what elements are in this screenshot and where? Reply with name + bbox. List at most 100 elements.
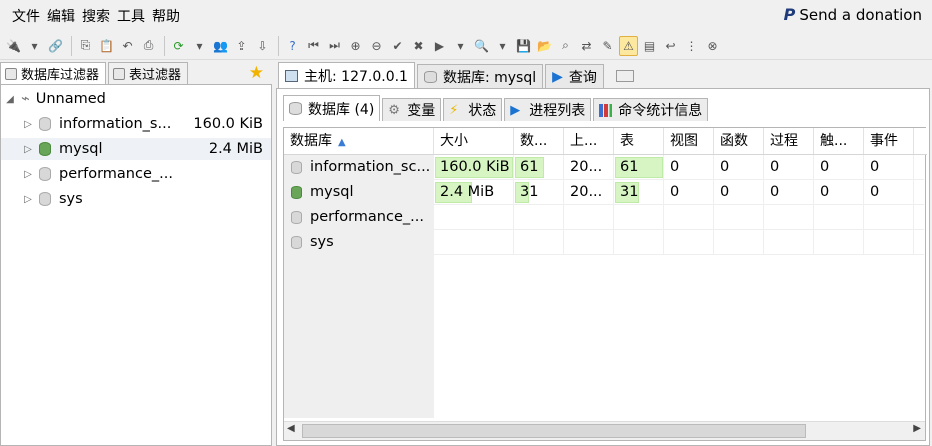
refresh-icon[interactable]: ⟳ <box>169 36 188 56</box>
menu-file[interactable]: 文件 <box>12 6 40 26</box>
table-cell[interactable]: 0 <box>664 180 714 205</box>
menu-edit[interactable]: 编辑 <box>47 6 75 26</box>
column-header-views[interactable]: 视图 <box>664 128 714 154</box>
dropdown-icon[interactable]: ▾ <box>493 36 512 56</box>
run-icon[interactable]: ▶ <box>430 36 449 56</box>
table-row[interactable]: information_sc... 160.0 KiB 61 20... 61 0 0 0 0 0 <box>284 155 924 180</box>
table-cell[interactable]: 0 <box>864 155 914 180</box>
cell-database-name[interactable]: mysql <box>284 180 434 205</box>
table-cell[interactable]: 0 <box>864 180 914 205</box>
tab-variables[interactable]: ⚙ 变量 <box>382 98 442 121</box>
disconnect-icon[interactable]: 🔗 <box>46 36 65 56</box>
edit-icon[interactable]: ✎ <box>598 36 617 56</box>
last-icon[interactable]: ⏭ <box>325 36 344 56</box>
export-icon[interactable]: ⇪ <box>232 36 251 56</box>
column-header-size[interactable]: 大小 <box>434 128 514 154</box>
column-header-functions[interactable]: 函数 <box>714 128 764 154</box>
tab-command-stats[interactable]: 命令统计信息 <box>593 98 709 121</box>
table-cell[interactable] <box>714 205 764 230</box>
table-cell[interactable] <box>714 230 764 255</box>
post-icon[interactable]: ✔ <box>388 36 407 56</box>
tree-root[interactable]: ◢ ⌁ Unnamed <box>5 88 275 110</box>
table-cell[interactable]: 20... <box>564 155 614 180</box>
table-cell[interactable]: 20... <box>564 180 614 205</box>
table-cell[interactable] <box>514 230 564 255</box>
table-cell[interactable] <box>864 205 914 230</box>
table-cell[interactable] <box>434 205 514 230</box>
tab-table-filter[interactable]: 表过滤器 <box>108 62 189 84</box>
scroll-right-icon[interactable]: ▶ <box>913 423 921 434</box>
menu-tools[interactable]: 工具 <box>117 6 145 26</box>
print-icon[interactable]: ⎙ <box>139 36 158 56</box>
import-icon[interactable]: ⇩ <box>253 36 272 56</box>
scrollbar-thumb[interactable] <box>302 424 806 438</box>
table-cell[interactable] <box>664 230 714 255</box>
table-cell[interactable] <box>814 205 864 230</box>
column-header-procedures[interactable]: 过程 <box>764 128 814 154</box>
warning-icon[interactable]: ⚠ <box>619 35 638 56</box>
table-row[interactable]: sys <box>284 230 924 255</box>
binoculars-icon[interactable]: ⌕ <box>556 36 575 56</box>
table-cell[interactable] <box>814 230 864 255</box>
table-cell[interactable] <box>564 230 614 255</box>
user-manager-icon[interactable]: 👥 <box>211 36 230 56</box>
dropdown-icon[interactable]: ▾ <box>25 36 44 56</box>
cell-database-name[interactable]: performance_... <box>284 205 434 230</box>
table-cell[interactable]: 0 <box>764 155 814 180</box>
column-header-tables[interactable]: 表 <box>614 128 664 154</box>
stop-icon[interactable]: ⊗ <box>703 36 722 56</box>
expanded-icon[interactable]: ◢ <box>5 94 15 105</box>
table-cell[interactable] <box>664 205 714 230</box>
tab-database-filter[interactable]: 数据库过滤器 <box>0 62 107 84</box>
explain-icon[interactable]: 🔍 <box>472 36 491 56</box>
log-icon[interactable]: ▤ <box>640 36 659 56</box>
collapsed-icon[interactable]: ▷ <box>23 144 33 155</box>
wrap-icon[interactable]: ↩ <box>661 36 680 56</box>
table-cell[interactable] <box>434 230 514 255</box>
table-cell[interactable]: 0 <box>714 155 764 180</box>
tab-database[interactable]: 数据库: mysql <box>416 64 544 88</box>
cell-database-name[interactable]: information_sc... <box>284 155 434 180</box>
table-cell[interactable]: 61 <box>514 155 564 180</box>
collapsed-icon[interactable]: ▷ <box>23 169 33 180</box>
column-header-rows[interactable]: 数... <box>514 128 564 154</box>
dropdown-icon[interactable]: ▾ <box>451 36 470 56</box>
column-header-last-modified[interactable]: 上... <box>564 128 614 154</box>
collapsed-icon[interactable]: ▷ <box>23 119 33 130</box>
tree-item-mysql[interactable]: ▷ mysql 2.4 MiB <box>1 138 271 160</box>
table-cell[interactable]: 2.4 MiB <box>434 180 514 205</box>
scroll-left-icon[interactable]: ◀ <box>287 423 295 434</box>
delete-row-icon[interactable]: ⊖ <box>367 36 386 56</box>
add-row-icon[interactable]: ⊕ <box>346 36 365 56</box>
tab-processlist[interactable]: ▶ 进程列表 <box>504 98 592 121</box>
dropdown-icon[interactable]: ▾ <box>190 36 209 56</box>
tree-item-information-schema[interactable]: ▷ information_s... 160.0 KiB <box>1 113 271 135</box>
table-cell[interactable]: 31 <box>614 180 664 205</box>
save-icon[interactable]: 💾 <box>514 36 533 56</box>
tree-item-sys[interactable]: ▷ sys <box>1 188 271 210</box>
help-icon[interactable]: ? <box>283 36 302 56</box>
table-cell[interactable]: 31 <box>514 180 564 205</box>
collapsed-icon[interactable]: ▷ <box>23 194 33 205</box>
tab-host[interactable]: 主机: 127.0.0.1 <box>278 62 415 88</box>
undo-icon[interactable]: ↶ <box>118 36 137 56</box>
tab-query[interactable]: ▶ 查询 <box>545 64 604 88</box>
replace-icon[interactable]: ⇄ <box>577 36 596 56</box>
copy-icon[interactable]: ⎘ <box>76 36 95 56</box>
table-cell[interactable]: 0 <box>764 180 814 205</box>
cell-database-name[interactable]: sys <box>284 230 434 255</box>
table-cell[interactable] <box>764 205 814 230</box>
tab-databases[interactable]: 数据库 (4) <box>283 95 381 121</box>
table-cell[interactable]: 0 <box>814 155 864 180</box>
table-cell[interactable] <box>614 205 664 230</box>
table-cell[interactable]: 0 <box>814 180 864 205</box>
menu-help[interactable]: 帮助 <box>152 6 180 26</box>
star-icon[interactable]: ★ <box>249 62 264 84</box>
paste-icon[interactable]: 📋 <box>97 36 116 56</box>
table-cell[interactable] <box>764 230 814 255</box>
new-query-tab-icon[interactable] <box>615 70 634 82</box>
tree-item-performance-schema[interactable]: ▷ performance_... <box>1 163 271 185</box>
menu-search[interactable]: 搜索 <box>82 6 110 26</box>
table-cell[interactable]: 0 <box>714 180 764 205</box>
tab-status[interactable]: ⚡ 状态 <box>443 98 503 121</box>
